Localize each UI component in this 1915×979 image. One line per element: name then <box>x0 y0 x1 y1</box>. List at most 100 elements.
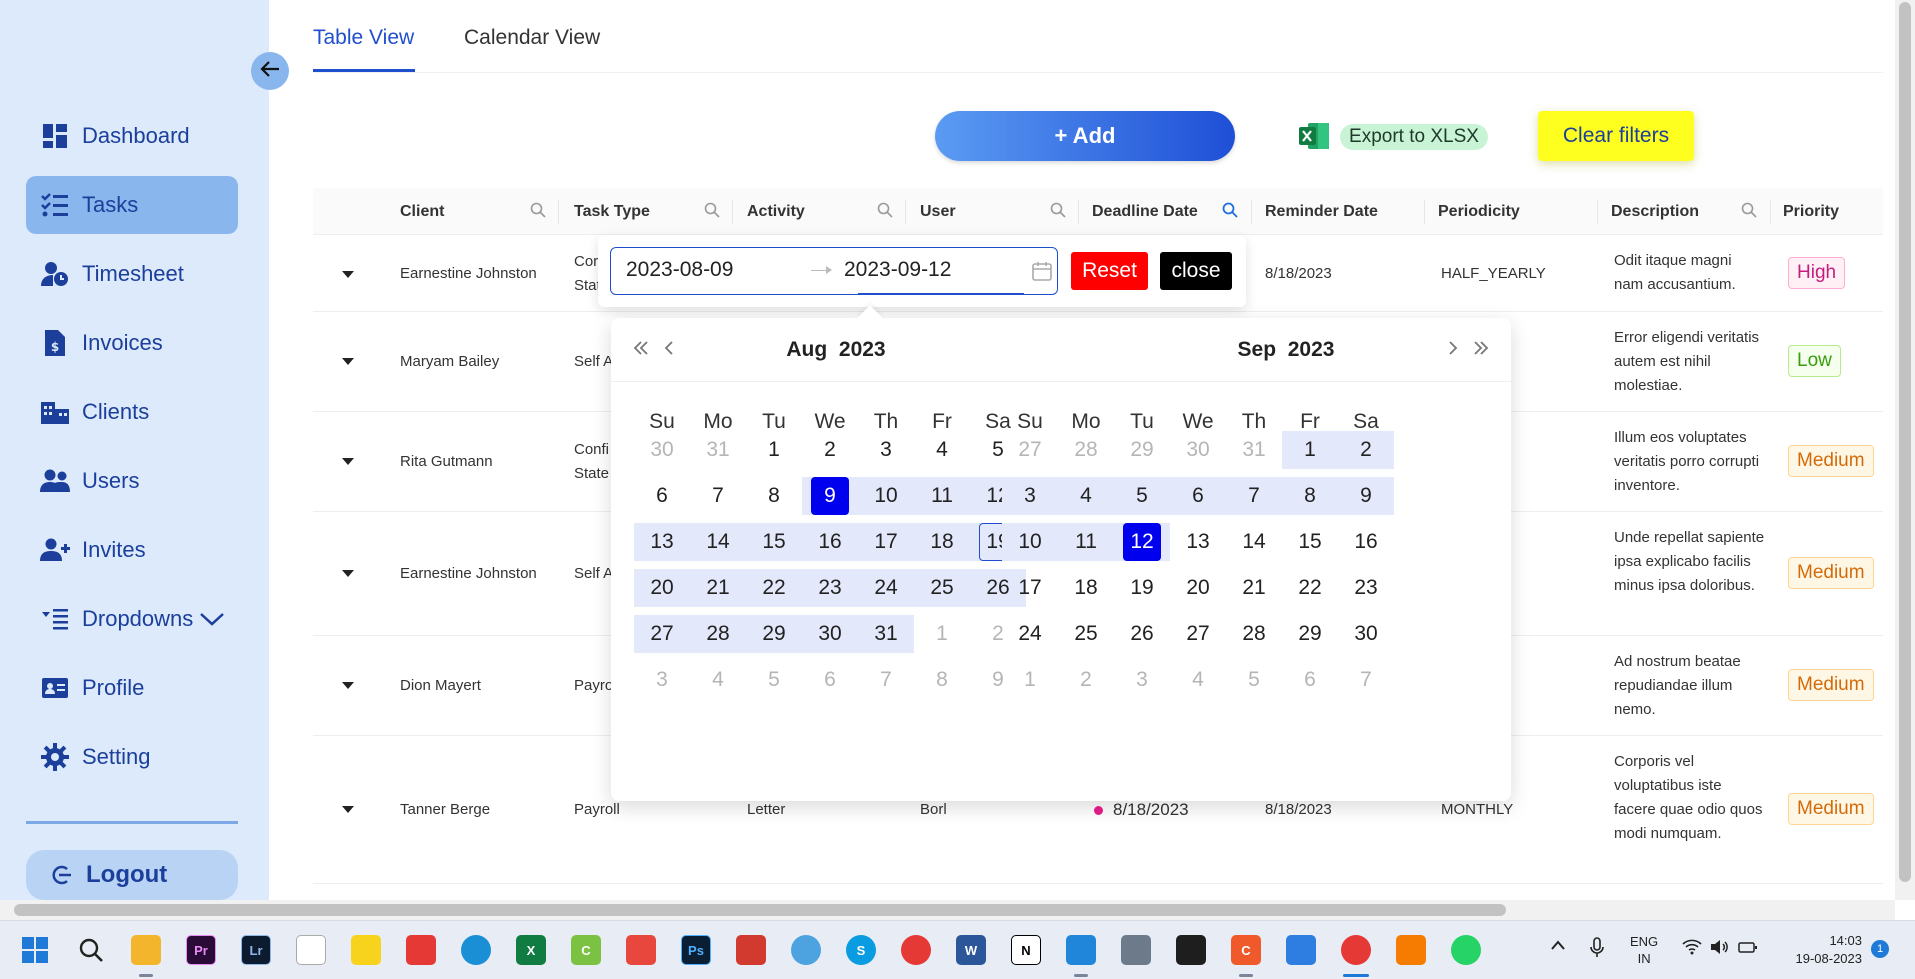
calendar-day[interactable]: 20 <box>634 569 690 607</box>
chevron-down-icon[interactable] <box>199 611 225 627</box>
calendar-day[interactable]: 6 <box>1282 661 1338 699</box>
calendar-day[interactable]: 14 <box>690 523 746 561</box>
excel-icon[interactable] <box>1298 121 1330 151</box>
sidebar-item-tasks[interactable]: Tasks <box>26 176 238 234</box>
calendar-day[interactable]: 10 <box>858 477 914 515</box>
windows-start-icon[interactable] <box>20 935 50 965</box>
range-end-input[interactable]: 2023-09-12 <box>844 258 951 282</box>
chrome-icon[interactable] <box>901 935 931 965</box>
sidebar-item-dropdowns[interactable]: Dropdowns <box>26 590 238 648</box>
next-year-icon[interactable] <box>1471 338 1491 358</box>
calendar-day[interactable]: 22 <box>746 569 802 607</box>
calendar-day[interactable]: 4 <box>914 431 970 469</box>
next-month-icon[interactable] <box>1446 338 1460 358</box>
calendar-day[interactable]: 7 <box>1338 661 1394 699</box>
calendar-day[interactable]: 19 <box>1114 569 1170 607</box>
calendar-day[interactable]: 10 <box>1002 523 1058 561</box>
excel-taskbar-icon[interactable]: X <box>516 935 546 965</box>
calendar-day[interactable]: 3 <box>858 431 914 469</box>
tab-table-view[interactable]: Table View <box>313 26 414 50</box>
chrome-active-icon[interactable] <box>1341 935 1371 965</box>
calendar-day[interactable]: 7 <box>1226 477 1282 515</box>
sticky-notes-icon[interactable] <box>351 935 381 965</box>
calendar-day[interactable]: 2 <box>1338 431 1394 469</box>
calendar-day[interactable]: 15 <box>1282 523 1338 561</box>
month-label[interactable]: Aug <box>786 338 827 361</box>
lightroom-icon[interactable]: Lr <box>241 935 271 965</box>
volume-icon[interactable] <box>1710 939 1730 958</box>
export-xlsx-button[interactable]: Export to XLSX <box>1340 124 1488 150</box>
expand-row-icon[interactable] <box>342 682 354 689</box>
horizontal-scrollbar[interactable] <box>0 900 1895 920</box>
search-icon[interactable] <box>1050 202 1066 223</box>
calendar-day[interactable]: 22 <box>1282 569 1338 607</box>
sidebar-item-setting[interactable]: Setting <box>26 728 238 786</box>
sidebar-item-invoices[interactable]: $ Invoices <box>26 314 238 372</box>
vlc-icon[interactable] <box>1396 935 1426 965</box>
calendar-icon[interactable] <box>1031 260 1053 287</box>
calendar-day[interactable]: 9 <box>1338 477 1394 515</box>
sidebar-item-users[interactable]: Users <box>26 452 238 510</box>
calendar-title[interactable]: Aug 2023 <box>611 338 1061 362</box>
calendar-day[interactable]: 6 <box>802 661 858 699</box>
calendar-day[interactable]: 20 <box>1170 569 1226 607</box>
calendar-day[interactable]: 27 <box>634 615 690 653</box>
sidebar-item-clients[interactable]: Clients <box>26 383 238 441</box>
todo-icon[interactable] <box>1286 935 1316 965</box>
calendar-day[interactable]: 30 <box>1338 615 1394 653</box>
sidebar-item-dashboard[interactable]: Dashboard <box>26 107 238 165</box>
calendar-day[interactable]: 1 <box>914 615 970 653</box>
battery-icon[interactable] <box>1738 939 1758 958</box>
sidebar-item-profile[interactable]: Profile <box>26 659 238 717</box>
skype-icon[interactable]: S <box>846 935 876 965</box>
calendar-day[interactable]: 5 <box>1114 477 1170 515</box>
expand-row-icon[interactable] <box>342 271 354 278</box>
vertical-scrollbar[interactable] <box>1895 0 1915 900</box>
scroll-thumb[interactable] <box>1899 2 1911 882</box>
sketchup-icon[interactable] <box>406 935 436 965</box>
calendar-day[interactable]: 3 <box>1114 661 1170 699</box>
calendar-day[interactable]: 31 <box>858 615 914 653</box>
calendar-day[interactable]: 8 <box>746 477 802 515</box>
calendar-day[interactable]: 1 <box>746 431 802 469</box>
calendar-day[interactable]: 28 <box>1058 431 1114 469</box>
expand-row-icon[interactable] <box>342 358 354 365</box>
microphone-icon[interactable] <box>1590 937 1604 962</box>
calendar-day[interactable]: 4 <box>1058 477 1114 515</box>
month-label[interactable]: Sep <box>1238 338 1277 361</box>
search-icon[interactable] <box>1741 202 1757 223</box>
calendar-day[interactable]: 27 <box>1170 615 1226 653</box>
calendar-day[interactable]: 30 <box>1170 431 1226 469</box>
chevron-up-icon[interactable] <box>1550 939 1566 954</box>
photoshop-icon[interactable]: Ps <box>681 935 711 965</box>
premiere-icon[interactable]: Pr <box>186 935 216 965</box>
calendar-day[interactable]: 18 <box>1058 569 1114 607</box>
tab-calendar-view[interactable]: Calendar View <box>464 26 600 50</box>
calendar-day[interactable]: 9 <box>802 477 858 515</box>
calendar-day[interactable]: 2 <box>1058 661 1114 699</box>
calendar-day[interactable]: 6 <box>634 477 690 515</box>
clock[interactable]: 14:03 19-08-2023 <box>1782 932 1863 968</box>
calendar-day[interactable]: 29 <box>746 615 802 653</box>
reset-button[interactable]: Reset <box>1071 252 1148 290</box>
sidebar-item-timesheet[interactable]: Timesheet <box>26 245 238 303</box>
globe-icon[interactable] <box>791 935 821 965</box>
calendar-day[interactable]: 11 <box>914 477 970 515</box>
calendar-day[interactable]: 11 <box>1058 523 1114 561</box>
calendar-title[interactable]: Sep 2023 <box>1061 338 1511 362</box>
calendar-day[interactable]: 17 <box>1002 569 1058 607</box>
expand-row-icon[interactable] <box>342 458 354 465</box>
search-icon[interactable] <box>76 935 106 965</box>
calendar-day[interactable]: 21 <box>690 569 746 607</box>
calendar-day[interactable]: 3 <box>634 661 690 699</box>
calendar-day[interactable]: 7 <box>690 477 746 515</box>
calendar-day[interactable]: 8 <box>914 661 970 699</box>
notification-badge[interactable]: 1 <box>1871 940 1889 958</box>
search-icon[interactable] <box>704 202 720 223</box>
calendar-day[interactable]: 1 <box>1002 661 1058 699</box>
calendar-day[interactable]: 7 <box>858 661 914 699</box>
calendar-day[interactable]: 18 <box>914 523 970 561</box>
calendar-day[interactable]: 16 <box>1338 523 1394 561</box>
date-range-input[interactable]: 2023-08-09 2023-09-12 <box>610 247 1058 295</box>
whatsapp-icon[interactable] <box>1451 935 1481 965</box>
